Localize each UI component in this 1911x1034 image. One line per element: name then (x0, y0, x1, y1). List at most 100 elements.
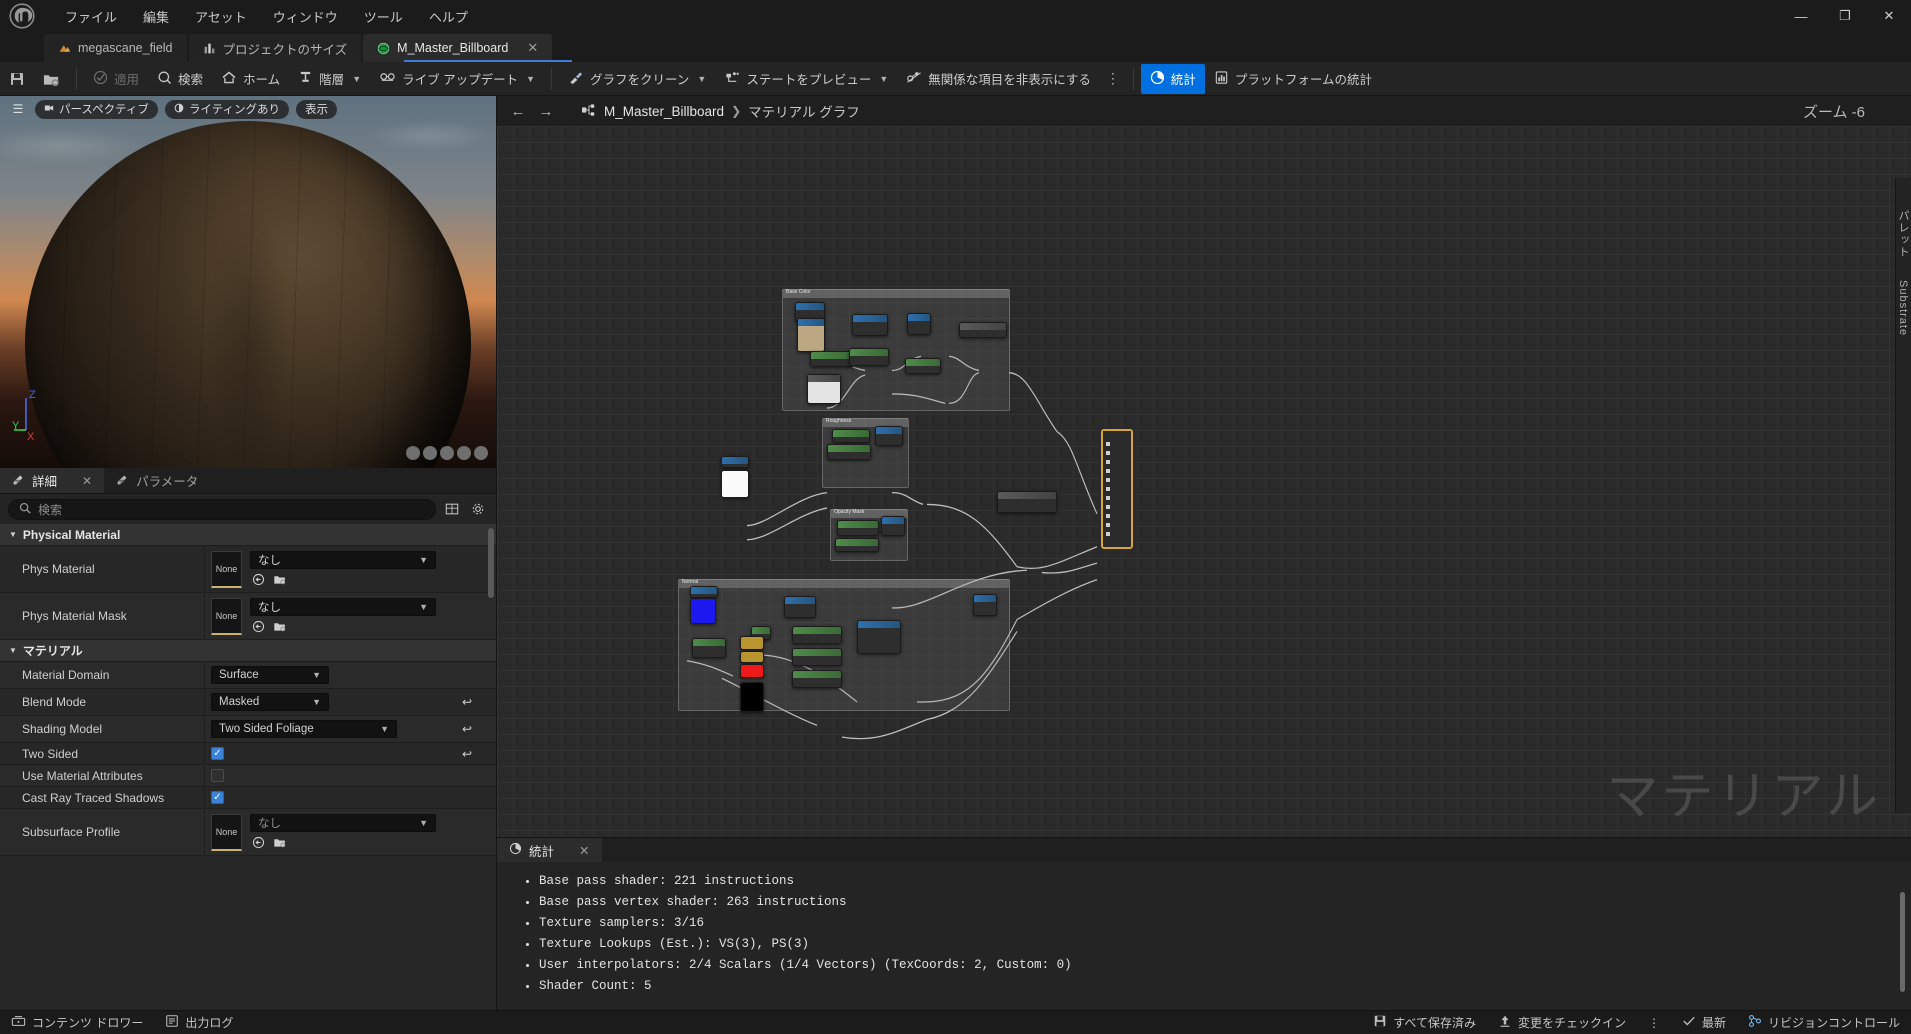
graph-node[interactable] (792, 670, 842, 688)
property-value[interactable] (205, 765, 496, 786)
property-row-two-sided[interactable]: Two Sided ✓ ↩ (0, 743, 496, 765)
graph-node[interactable] (857, 620, 901, 654)
preview-shape-custom-icon[interactable] (474, 446, 488, 460)
save-button[interactable] (0, 64, 34, 94)
platform-stats-button[interactable]: プラットフォームの統計 (1205, 64, 1381, 94)
property-row-use-material-attributes[interactable]: Use Material Attributes (0, 765, 496, 787)
material-graph-canvas[interactable]: Base Color Roughness Opacity Mask Normal (497, 126, 1911, 837)
forward-icon[interactable]: → (537, 103, 555, 120)
chevron-down-icon[interactable]: ▼ (380, 724, 389, 734)
details-search-input[interactable]: 検索 (8, 498, 436, 520)
graph-node[interactable] (792, 626, 842, 644)
result-pin-row[interactable] (1103, 502, 1131, 511)
graph-node[interactable] (959, 322, 1007, 338)
close-icon[interactable]: ✕ (527, 40, 538, 56)
asset-thumbnail[interactable]: None (211, 550, 242, 588)
revert-icon[interactable]: ↩ (462, 722, 472, 736)
property-row-subsurface-profile[interactable]: Subsurface Profile None なし ▼ (0, 809, 496, 856)
home-button[interactable]: ホーム (212, 64, 289, 94)
hide-unrelated-button[interactable]: 無関係な項目を非表示にする (897, 64, 1100, 94)
preview-shape-cube-icon[interactable] (423, 446, 437, 460)
output-log-button[interactable]: 出力ログ (154, 1012, 244, 1034)
graph-node-texture-sample[interactable] (797, 318, 825, 352)
result-pin-row[interactable] (1103, 520, 1131, 529)
graph-node[interactable] (849, 348, 889, 366)
details-scrollbar[interactable] (488, 528, 494, 598)
asset-thumbnail[interactable]: None (211, 813, 242, 851)
graph-node[interactable] (881, 516, 905, 536)
preview-shape-cylinder-icon[interactable] (406, 446, 420, 460)
menu-item-tools[interactable]: ツール (351, 3, 416, 30)
result-pin-row[interactable] (1103, 457, 1131, 466)
graph-node[interactable] (792, 648, 842, 666)
apply-button[interactable]: 適用 (84, 64, 148, 94)
property-row-shading-model[interactable]: Shading Model Two Sided Foliage ▼ ↩ (0, 716, 496, 743)
property-row-phys-material-mask[interactable]: Phys Material Mask None なし ▼ (0, 593, 496, 640)
viewport-preview-shape-buttons[interactable] (406, 446, 488, 460)
chevron-down-icon[interactable]: ▼ (526, 74, 535, 84)
graph-node[interactable] (690, 586, 718, 598)
graph-node[interactable] (740, 636, 764, 650)
menu-item-window[interactable]: ウィンドウ (260, 3, 351, 30)
maximize-button[interactable]: ❐ (1823, 0, 1867, 32)
revert-icon[interactable]: ↩ (462, 695, 472, 709)
graph-node[interactable] (810, 351, 854, 367)
result-pin-row[interactable] (1103, 511, 1131, 520)
graph-node[interactable] (973, 594, 997, 616)
material-preview-viewport[interactable]: ☰ パースペクティブ ライティングあり 表示 Z Y X (0, 96, 496, 468)
browse-to-asset-icon[interactable] (252, 573, 265, 586)
preview-shape-plane-icon[interactable] (457, 446, 471, 460)
viewport-perspective-button[interactable]: パースペクティブ (35, 99, 158, 119)
use-selected-asset-icon[interactable] (273, 620, 287, 633)
chevron-down-icon[interactable]: ▼ (312, 697, 321, 707)
toolbar-overflow-icon[interactable]: ⋮ (1100, 70, 1126, 87)
result-pin-row[interactable] (1103, 439, 1131, 448)
back-icon[interactable]: ← (509, 103, 527, 120)
result-pin-row[interactable] (1103, 448, 1131, 457)
content-drawer-button[interactable]: コンテンツ ドロワー (0, 1012, 154, 1034)
all-saved-button[interactable]: すべて保存済み (1362, 1012, 1487, 1034)
tab-details[interactable]: 詳細 ✕ (0, 468, 105, 493)
graph-node[interactable] (907, 313, 931, 335)
property-row-phys-material[interactable]: Phys Material None なし ▼ (0, 546, 496, 593)
column-layout-icon[interactable] (442, 499, 462, 519)
revision-control-button[interactable]: リビジョンコントロール (1737, 1012, 1911, 1034)
stats-scrollbar[interactable] (1900, 892, 1905, 992)
tab-project-size[interactable]: プロジェクトのサイズ (188, 34, 362, 62)
live-update-button[interactable]: ライブ アップデート ▼ (370, 64, 544, 94)
property-value[interactable]: Two Sided Foliage ▼ ↩ (205, 716, 496, 742)
asset-combo[interactable]: なし ▼ (250, 550, 436, 569)
material-result-node[interactable] (1101, 429, 1133, 549)
property-value[interactable]: None なし ▼ (205, 546, 496, 592)
graph-node[interactable] (721, 456, 749, 468)
property-row-blend-mode[interactable]: Blend Mode Masked ▼ ↩ (0, 689, 496, 716)
blend-mode-combo[interactable]: Masked ▼ (211, 693, 329, 711)
chevron-down-icon[interactable]: ▼ (312, 670, 321, 680)
tab-stats[interactable]: 統計 ✕ (497, 838, 602, 862)
details-property-list[interactable]: ▼ Physical Material Phys Material None な… (0, 524, 496, 1010)
graph-node[interactable] (835, 538, 879, 552)
tab-m-master-billboard[interactable]: M_Master_Billboard ✕ (363, 34, 553, 62)
uptodate-button[interactable]: 最新 (1671, 1012, 1737, 1034)
graph-node-constant-red[interactable] (740, 664, 764, 678)
result-pin-row[interactable] (1103, 529, 1131, 538)
use-selected-asset-icon[interactable] (273, 573, 287, 586)
graph-node[interactable] (692, 638, 726, 658)
chevron-down-icon[interactable]: ▼ (879, 74, 888, 84)
material-domain-combo[interactable]: Surface ▼ (211, 666, 329, 684)
vtab-palette[interactable]: パレット (1895, 210, 1911, 258)
menu-item-file[interactable]: ファイル (52, 3, 130, 30)
graph-node[interactable] (905, 358, 941, 374)
chevron-down-icon[interactable]: ▼ (419, 555, 428, 565)
graph-node[interactable] (740, 651, 764, 663)
graph-node[interactable] (852, 314, 888, 336)
search-button[interactable]: 検索 (148, 64, 212, 94)
property-value[interactable]: Surface ▼ (205, 662, 496, 688)
cast-ray-traced-shadows-checkbox[interactable]: ✓ (211, 791, 224, 804)
checkin-changes-button[interactable]: 変更をチェックイン (1487, 1012, 1637, 1034)
result-pin-row[interactable] (1103, 484, 1131, 493)
minimize-button[interactable]: — (1779, 0, 1823, 32)
chevron-down-icon[interactable]: ▼ (697, 74, 706, 84)
close-button[interactable]: ✕ (1867, 0, 1911, 32)
property-value[interactable]: None なし ▼ (205, 593, 496, 639)
